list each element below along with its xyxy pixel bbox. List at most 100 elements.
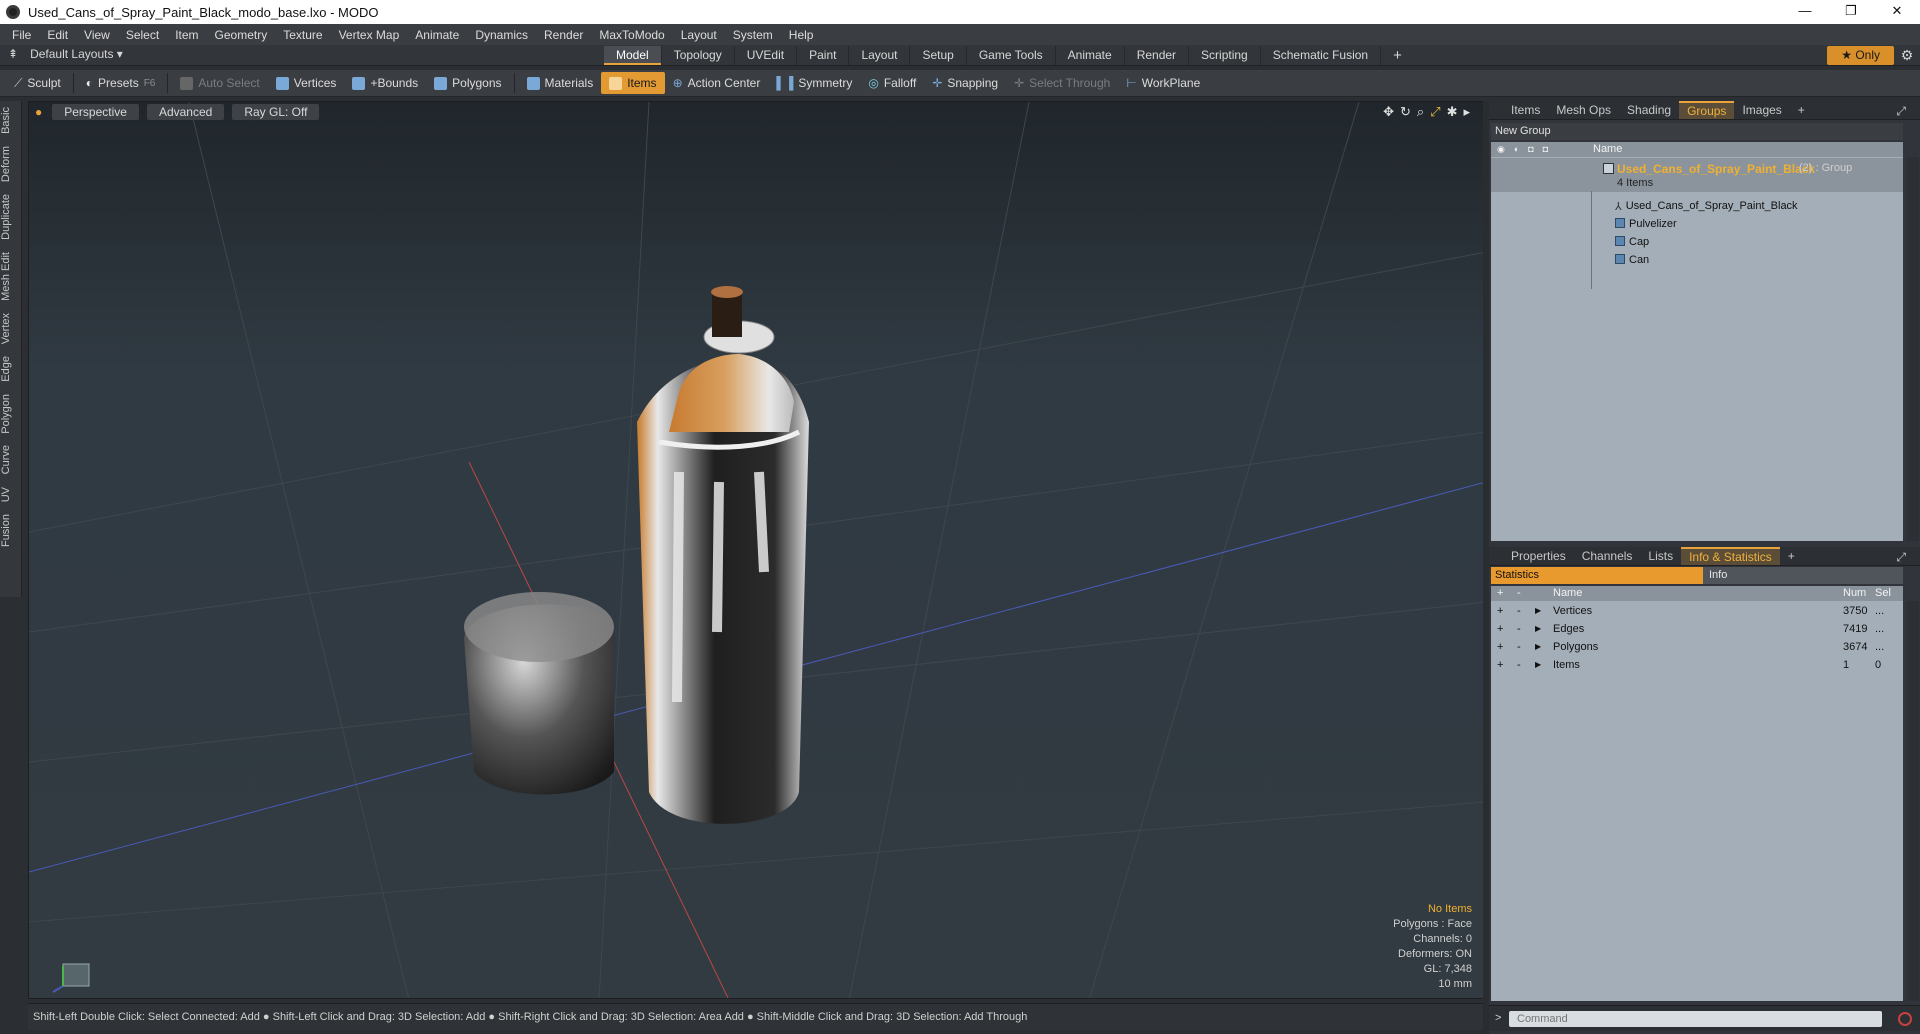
table-row[interactable]: + - ▶ Edges 7419 ...: [1491, 620, 1903, 638]
sculpt-button[interactable]: ⟋ Sculpt: [6, 72, 69, 94]
tab-properties[interactable]: Properties: [1503, 547, 1574, 565]
table-row[interactable]: + - ▶ Polygons 3674 ...: [1491, 638, 1903, 656]
tab-channels[interactable]: Channels: [1574, 547, 1641, 565]
left-tab-polygon[interactable]: Polygon: [0, 388, 22, 440]
snapping-button[interactable]: ✛ Snapping: [924, 72, 1006, 94]
command-input[interactable]: [1509, 1011, 1882, 1027]
bounds-button[interactable]: +Bounds: [344, 72, 426, 94]
expand-arrow-icon[interactable]: ▶: [1535, 656, 1541, 674]
vertices-button[interactable]: Vertices: [268, 72, 345, 94]
materials-button[interactable]: Materials: [519, 72, 602, 94]
expand-arrow-icon[interactable]: ▶: [1535, 620, 1541, 638]
fit-icon[interactable]: ⤢: [1430, 104, 1440, 120]
tab-scripting[interactable]: Scripting: [1189, 46, 1261, 65]
plus-icon[interactable]: +: [1497, 620, 1503, 638]
list-item[interactable]: Cap: [1491, 233, 1903, 251]
minimize-button[interactable]: —: [1782, 0, 1828, 24]
list-item[interactable]: Pulvelizer: [1491, 215, 1903, 233]
tab-uvedit[interactable]: UVEdit: [735, 46, 798, 65]
collapse-all-icon[interactable]: -: [1517, 586, 1521, 601]
tab-model[interactable]: Model: [604, 46, 662, 65]
visibility-eye-icon[interactable]: ◉: [1497, 142, 1505, 157]
raygl-button[interactable]: Ray GL: Off: [232, 104, 320, 120]
menu-help[interactable]: Help: [781, 28, 822, 42]
tab-lists[interactable]: Lists: [1640, 547, 1681, 565]
expand-all-icon[interactable]: +: [1497, 586, 1503, 601]
tab-animate[interactable]: Animate: [1056, 46, 1125, 65]
tab-layout[interactable]: Layout: [849, 46, 911, 65]
list-item[interactable]: Can: [1491, 251, 1903, 269]
menu-view[interactable]: View: [76, 28, 118, 42]
menu-render[interactable]: Render: [536, 28, 591, 42]
menu-maxtomodo[interactable]: MaxToModo: [591, 28, 672, 42]
menu-texture[interactable]: Texture: [275, 28, 330, 42]
minus-icon[interactable]: -: [1517, 656, 1521, 674]
falloff-button[interactable]: ◎ Falloff: [860, 72, 924, 94]
select-through-button[interactable]: ✛ Select Through: [1006, 72, 1118, 94]
left-tab-deform[interactable]: Deform: [0, 140, 22, 188]
menu-edit[interactable]: Edit: [39, 28, 76, 42]
render-toggle-icon[interactable]: ◐: [1514, 142, 1519, 157]
gear-icon[interactable]: ⚙: [1894, 47, 1920, 64]
polygons-button[interactable]: Polygons: [426, 72, 509, 94]
plus-icon[interactable]: +: [1497, 602, 1503, 620]
presets-button[interactable]: ◐ Presets F6: [78, 72, 164, 94]
items-button[interactable]: Items: [601, 72, 665, 94]
only-button[interactable]: ★ Only: [1827, 46, 1894, 65]
tab-schematic-fusion[interactable]: Schematic Fusion: [1261, 46, 1382, 65]
left-tab-duplicate[interactable]: Duplicate: [0, 188, 22, 246]
info-subtab[interactable]: Info: [1703, 567, 1903, 584]
minus-icon[interactable]: -: [1517, 602, 1521, 620]
left-tab-vertex[interactable]: Vertex: [0, 307, 22, 350]
table-row[interactable]: + - ▶ Vertices 3750 ...: [1491, 602, 1903, 620]
tab-game-tools[interactable]: Game Tools: [967, 46, 1056, 65]
left-tab-uv[interactable]: UV: [0, 481, 22, 508]
tab-paint[interactable]: Paint: [797, 46, 850, 65]
maximize-button[interactable]: ❐: [1828, 0, 1874, 24]
menu-vertex-map[interactable]: Vertex Map: [331, 28, 408, 42]
tab-info-statistics[interactable]: Info & Statistics: [1681, 547, 1780, 565]
rotate-icon[interactable]: ↻: [1400, 104, 1411, 120]
menu-layout[interactable]: Layout: [673, 28, 725, 42]
statistics-subtab[interactable]: Statistics: [1491, 567, 1703, 584]
workplane-button[interactable]: ⊢ WorkPlane: [1118, 72, 1208, 94]
layout-pin-icon[interactable]: ⇞: [8, 47, 18, 61]
tab-items[interactable]: Items: [1503, 101, 1548, 119]
tab-topology[interactable]: Topology: [662, 46, 735, 65]
left-tab-curve[interactable]: Curve: [0, 439, 22, 480]
menu-animate[interactable]: Animate: [407, 28, 467, 42]
add-panel-tab-button[interactable]: +: [1790, 101, 1813, 119]
left-tab-basic[interactable]: Basic: [0, 101, 22, 140]
left-tab-edge[interactable]: Edge: [0, 350, 22, 388]
zoom-icon[interactable]: ⌕: [1417, 104, 1424, 120]
new-group-button[interactable]: New Group: [1491, 123, 1903, 140]
groups-scrollbar[interactable]: [1907, 157, 1919, 541]
symmetry-button[interactable]: ▌▐ Symmetry: [768, 72, 860, 94]
plus-icon[interactable]: +: [1497, 656, 1503, 674]
add-tab-button[interactable]: +: [1381, 46, 1414, 65]
tab-render[interactable]: Render: [1125, 46, 1190, 65]
close-button[interactable]: ✕: [1874, 0, 1920, 24]
viewport-menu-dot[interactable]: ●: [33, 104, 44, 120]
pan-icon[interactable]: ✥: [1383, 104, 1394, 120]
action-center-button[interactable]: ⊕ Action Center: [665, 72, 769, 94]
menu-dynamics[interactable]: Dynamics: [467, 28, 536, 42]
tab-groups[interactable]: Groups: [1679, 101, 1735, 119]
minus-icon[interactable]: -: [1517, 620, 1521, 638]
minus-icon[interactable]: -: [1517, 638, 1521, 656]
expand-arrow-icon[interactable]: ▶: [1535, 602, 1541, 620]
add-panel-tab-button[interactable]: +: [1780, 547, 1803, 565]
panel-expand-icon[interactable]: ⤢: [1888, 102, 1914, 120]
list-item[interactable]: ⅄ Used_Cans_of_Spray_Paint_Black: [1491, 197, 1903, 215]
auto-select-button[interactable]: Auto Select: [172, 72, 267, 94]
panel-expand-icon[interactable]: ⤢: [1888, 548, 1914, 566]
table-row[interactable]: + - ▶ Items 1 0: [1491, 656, 1903, 674]
viewport-settings-icon[interactable]: ✱: [1447, 104, 1458, 120]
tab-mesh-ops[interactable]: Mesh Ops: [1548, 101, 1619, 119]
menu-select[interactable]: Select: [118, 28, 167, 42]
lock-icon[interactable]: ◘: [1528, 142, 1533, 157]
menu-geometry[interactable]: Geometry: [207, 28, 276, 42]
menu-file[interactable]: File: [4, 28, 39, 42]
left-tab-mesh-edit[interactable]: Mesh Edit: [0, 246, 22, 307]
tab-setup[interactable]: Setup: [910, 46, 967, 65]
